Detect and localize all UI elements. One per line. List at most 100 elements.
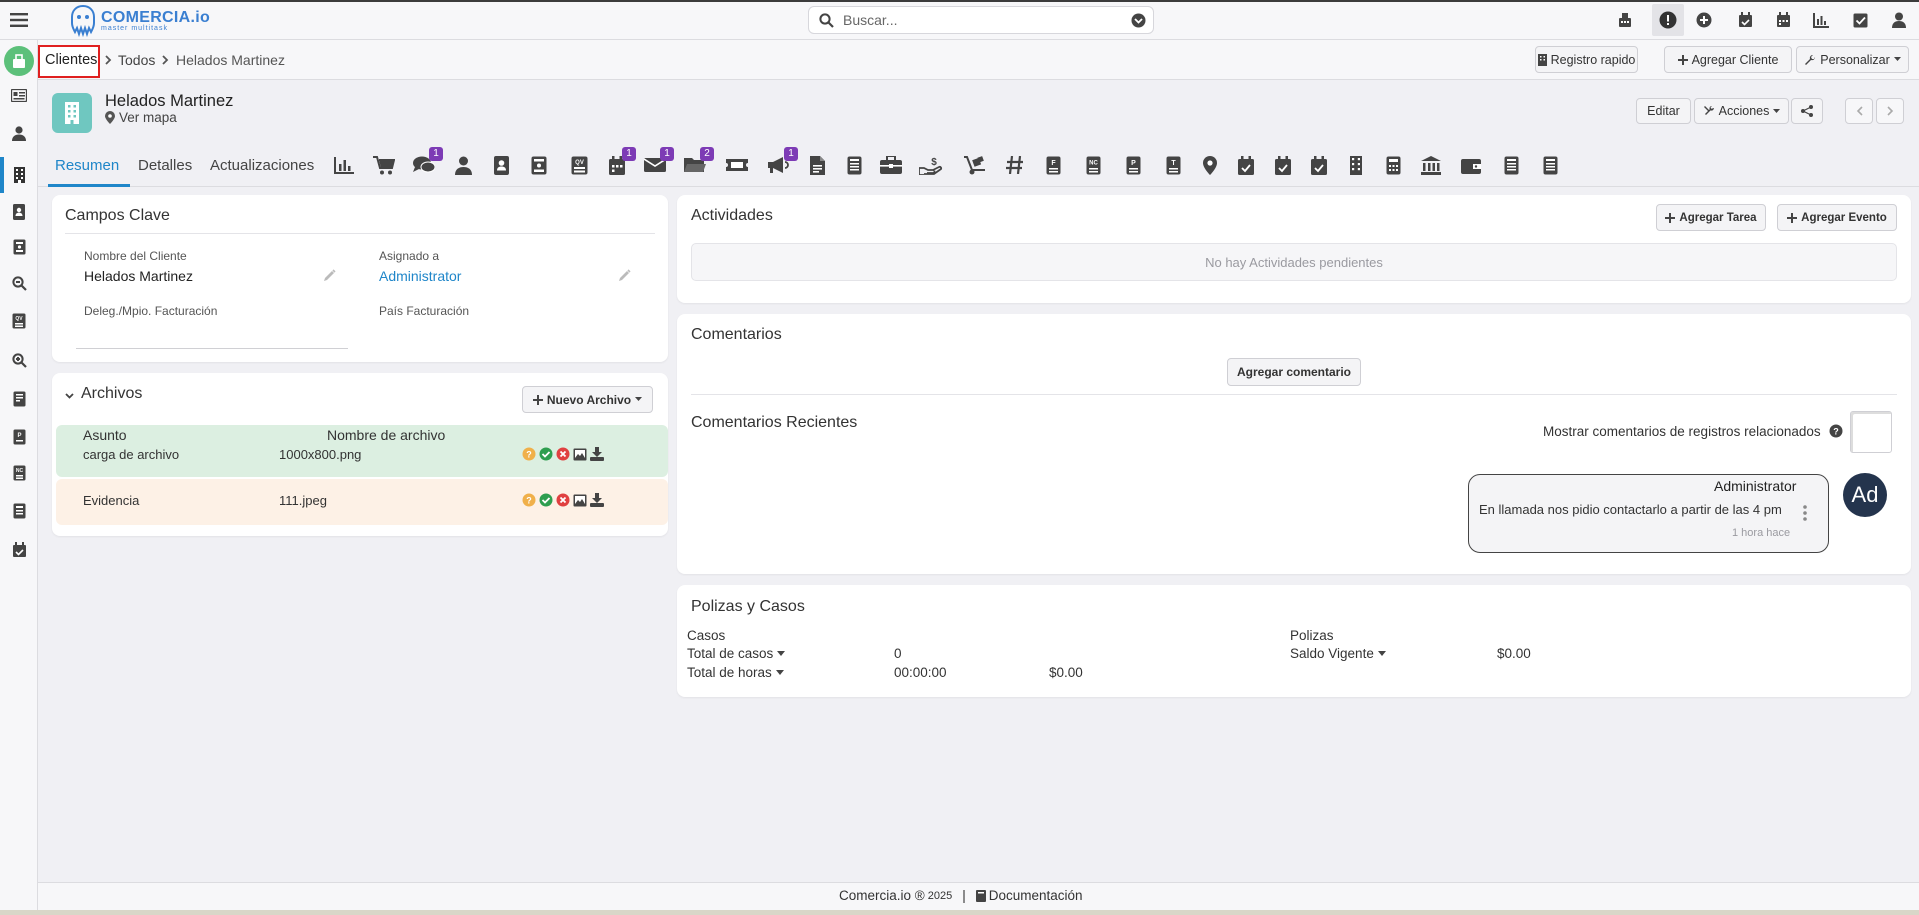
sidebar-item-search-records-icon[interactable] xyxy=(6,270,32,296)
tab-calendar-icon[interactable]: 1 xyxy=(604,147,636,178)
reject-x-icon[interactable] xyxy=(556,493,570,507)
help-question-icon[interactable]: ? xyxy=(1829,424,1843,438)
actions-button[interactable]: Acciones xyxy=(1694,98,1789,124)
total-hours-dropdown[interactable]: Total de horas xyxy=(687,665,784,680)
tab-hand-money-icon[interactable]: $ xyxy=(918,152,944,178)
tab-nc-document-icon[interactable]: NC xyxy=(1080,152,1106,178)
sidebar-item-p-document-icon[interactable]: P xyxy=(6,424,32,450)
tab-campaign-megaphone-icon[interactable]: 1 xyxy=(766,147,798,178)
edit-pencil-icon[interactable] xyxy=(323,268,337,282)
sidebar-module-home-icon[interactable] xyxy=(4,46,34,76)
previous-record-button[interactable] xyxy=(1845,98,1873,124)
tab-catalog-icon[interactable] xyxy=(526,152,552,178)
breadcrumb-todos[interactable]: Todos xyxy=(118,52,155,68)
tab-bank-icon[interactable] xyxy=(1418,152,1444,178)
image-preview-icon[interactable] xyxy=(573,493,587,507)
tab-calendar-check-icon[interactable] xyxy=(1233,152,1259,178)
image-preview-icon[interactable] xyxy=(573,447,587,461)
edit-button[interactable]: Editar xyxy=(1636,98,1691,124)
tab-dolly-icon[interactable] xyxy=(962,152,988,178)
tab-building-icon[interactable] xyxy=(1343,152,1369,178)
search-box[interactable] xyxy=(808,6,1154,34)
search-dropdown-icon[interactable] xyxy=(1131,13,1146,28)
balance-dropdown[interactable]: Saldo Vigente xyxy=(1290,646,1386,661)
tab-cart-icon[interactable] xyxy=(371,152,397,178)
sidebar-item-task-calendar-icon[interactable] xyxy=(6,537,32,563)
sidebar-item-clients-building-icon[interactable] xyxy=(6,162,32,188)
tab-document-icon[interactable] xyxy=(804,152,830,178)
tab-briefcase-icon[interactable] xyxy=(878,152,904,178)
tab-calculator-icon[interactable] xyxy=(1380,152,1406,178)
sidebar-item-magnify-icon[interactable] xyxy=(6,347,32,373)
approve-check-icon[interactable] xyxy=(539,493,553,507)
user-profile-icon[interactable] xyxy=(1887,8,1911,32)
app-logo[interactable]: COMERCIA.io master multitask xyxy=(68,4,210,38)
docs-link[interactable]: Documentación xyxy=(989,888,1083,903)
breadcrumb-clientes[interactable]: Clientes xyxy=(45,52,97,68)
share-button[interactable] xyxy=(1791,98,1823,124)
tab-calendar-check-2-icon[interactable] xyxy=(1270,152,1296,178)
tab-comments-icon[interactable]: 1 xyxy=(411,147,443,178)
sidebar-item-address-book-icon[interactable] xyxy=(6,199,32,225)
reports-chart-icon[interactable] xyxy=(1809,8,1833,32)
task-calendar-icon[interactable] xyxy=(1733,8,1757,32)
reject-x-icon[interactable] xyxy=(556,447,570,461)
new-file-button[interactable]: Nuevo Archivo xyxy=(522,386,653,413)
sidebar-item-quotes-icon[interactable]: QV xyxy=(6,308,32,334)
edit-pencil-icon[interactable] xyxy=(618,268,632,282)
tab-contacts-icon[interactable] xyxy=(450,152,476,178)
tab-f-document-icon[interactable]: F xyxy=(1040,152,1066,178)
collapse-chevron-icon[interactable] xyxy=(63,390,75,402)
alert-icon[interactable] xyxy=(1652,4,1684,36)
total-cases-dropdown[interactable]: Total de casos xyxy=(687,646,786,661)
tab-hash-icon[interactable] xyxy=(1002,152,1028,178)
tab-location-icon[interactable] xyxy=(1197,152,1223,178)
tab-ledger-2-icon[interactable] xyxy=(1537,152,1563,178)
comment-kebab-menu-icon[interactable] xyxy=(1800,504,1810,522)
file-name[interactable]: 1000x800.png xyxy=(279,447,361,462)
view-map-link[interactable]: Ver mapa xyxy=(119,110,177,125)
tab-resumen[interactable]: Resumen xyxy=(55,157,119,174)
add-task-button[interactable]: Agregar Tarea xyxy=(1656,204,1766,231)
add-client-button[interactable]: Agregar Cliente xyxy=(1664,46,1792,73)
calculator-icon[interactable] xyxy=(1613,8,1637,32)
tab-folder-icon[interactable]: 2 xyxy=(682,147,714,178)
tab-p-document-icon[interactable]: P xyxy=(1120,152,1146,178)
tab-reports-chart-icon[interactable] xyxy=(331,152,357,178)
tab-receipt-icon[interactable] xyxy=(841,152,867,178)
quick-record-button[interactable]: Registro rapido xyxy=(1535,46,1638,73)
question-circle-icon[interactable]: ? xyxy=(522,493,536,507)
tab-email-icon[interactable]: 1 xyxy=(642,147,674,178)
add-comment-button[interactable]: Agregar comentario xyxy=(1227,358,1361,386)
calendar-icon[interactable] xyxy=(1771,8,1795,32)
question-circle-icon[interactable]: ? xyxy=(522,447,536,461)
show-related-toggle[interactable] xyxy=(1850,411,1892,453)
tab-quotes-icon[interactable]: QV xyxy=(566,152,592,178)
search-input[interactable] xyxy=(843,11,1113,29)
download-icon[interactable] xyxy=(590,447,604,461)
sidebar-item-invoice-icon[interactable] xyxy=(6,498,32,524)
sidebar-item-ledger-icon[interactable] xyxy=(6,386,32,412)
sidebar-item-cards-icon[interactable] xyxy=(6,82,32,108)
sidebar-item-nc-document-icon[interactable]: NC xyxy=(6,460,32,486)
customize-button[interactable]: Personalizar xyxy=(1796,46,1909,73)
checkbox-icon[interactable] xyxy=(1848,8,1872,32)
assigned-value-link[interactable]: Administrator xyxy=(379,268,461,284)
approve-check-icon[interactable] xyxy=(539,447,553,461)
add-event-button[interactable]: Agregar Evento xyxy=(1777,204,1897,231)
tab-ticket-icon[interactable] xyxy=(724,152,750,178)
tab-ledger-icon[interactable] xyxy=(1498,152,1524,178)
hamburger-menu-icon[interactable] xyxy=(8,9,30,31)
file-name[interactable]: 111.jpeg xyxy=(279,493,327,508)
tab-calendar-check-3-icon[interactable] xyxy=(1306,152,1332,178)
download-icon[interactable] xyxy=(590,493,604,507)
sidebar-item-catalog-icon[interactable] xyxy=(6,234,32,260)
add-circle-icon[interactable] xyxy=(1692,8,1716,32)
tab-wallet-icon[interactable] xyxy=(1458,152,1484,178)
next-record-button[interactable] xyxy=(1876,98,1904,124)
tab-t-document-icon[interactable]: T xyxy=(1160,152,1186,178)
tab-address-book-icon[interactable] xyxy=(488,152,514,178)
tab-detalles[interactable]: Detalles xyxy=(138,157,192,174)
sidebar-item-contacts-icon[interactable] xyxy=(6,120,32,146)
tab-actualizaciones[interactable]: Actualizaciones xyxy=(210,157,314,174)
